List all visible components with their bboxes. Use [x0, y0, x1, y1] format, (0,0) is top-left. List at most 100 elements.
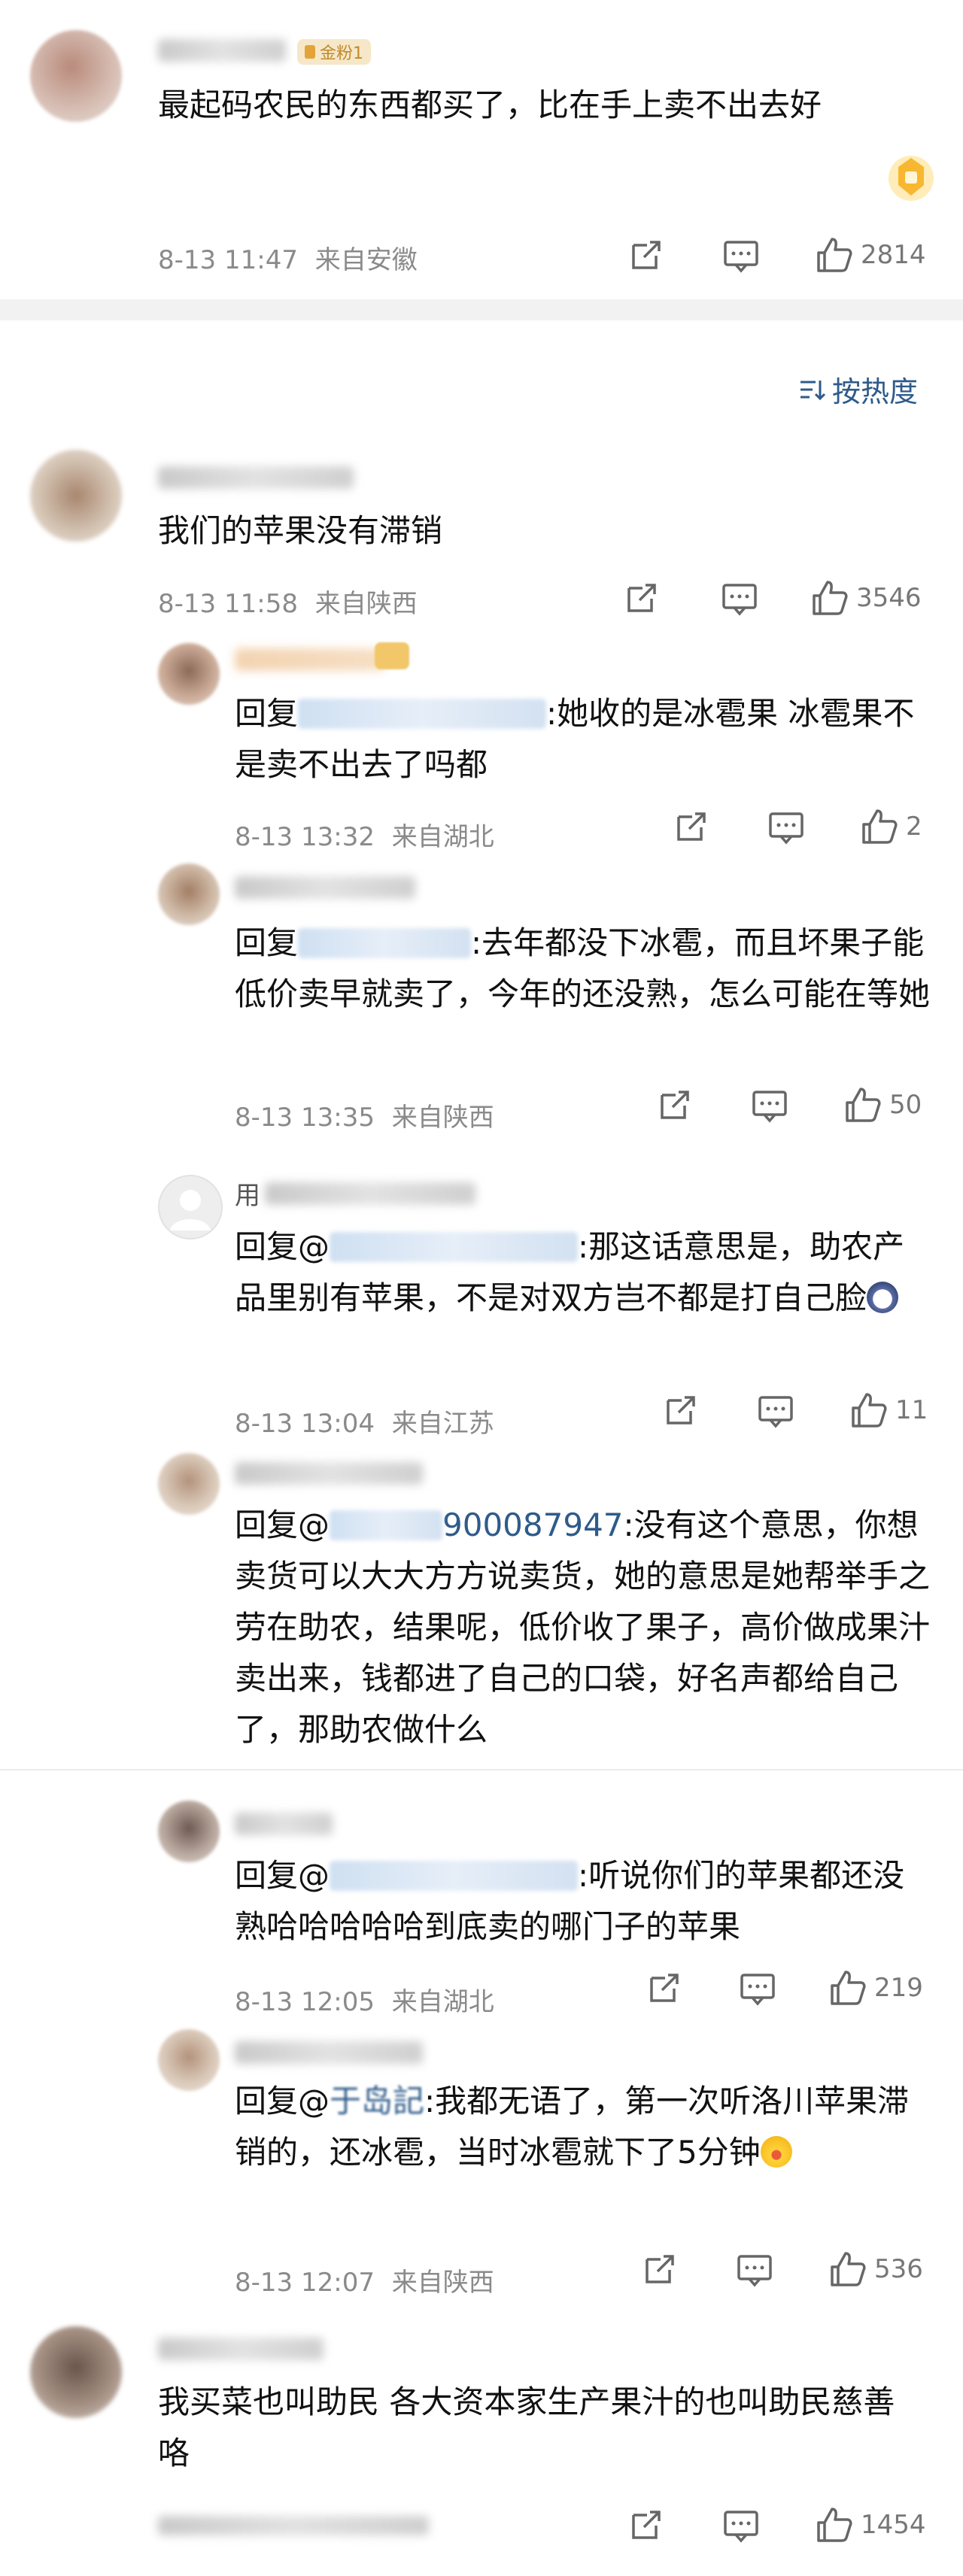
username-blurred[interactable] [235, 2041, 423, 2064]
share-icon [632, 2511, 661, 2539]
comment-meta-blurred [158, 2516, 429, 2535]
default-avatar-icon [170, 1190, 211, 1230]
reply-time: 8-13 13:04 [235, 1409, 375, 1439]
comment-text: 我们的苹果没有滞销 [158, 512, 443, 549]
reply-time: 8-13 12:07 [235, 2268, 375, 2298]
comment-button[interactable] [734, 2249, 775, 2289]
like-button[interactable]: 536 [828, 2249, 923, 2289]
avatar[interactable] [30, 450, 122, 542]
comment-button[interactable] [721, 235, 761, 275]
reply-location: 来自陕西 [391, 2268, 494, 2298]
reply-location: 来自湖北 [391, 1987, 494, 2017]
share-button[interactable] [626, 235, 667, 275]
reply-text: 回复:她收的是冰雹果 冰雹果不是卖不出去了吗都 [235, 688, 934, 790]
reply-prefix: 回复@ [235, 1857, 330, 1894]
like-button[interactable]: 3546 [810, 578, 922, 618]
share-button[interactable] [626, 2505, 667, 2545]
comment-icon [758, 1396, 793, 1428]
comment-meta: 8-13 11:58 来自陕西 [158, 583, 418, 620]
comment-icon [737, 2255, 772, 2287]
sort-icon [800, 380, 826, 400]
sort-by-hot-button[interactable]: 按热度 [797, 369, 918, 410]
laugh-emoji [760, 2136, 792, 2168]
reply-location: 来自陕西 [391, 1103, 494, 1133]
crown-icon [375, 642, 409, 669]
reply-author-partial[interactable]: 用 [235, 1175, 260, 1212]
share-icon [661, 1091, 689, 1119]
mention-blurred[interactable] [298, 699, 547, 729]
share-icon [667, 1396, 695, 1425]
comment-button[interactable] [737, 1968, 778, 2008]
fan-badge: 金粉1 [297, 39, 371, 65]
like-button[interactable]: 50 [843, 1085, 922, 1125]
like-icon [831, 2252, 866, 2286]
like-button[interactable]: 11 [849, 1390, 928, 1431]
like-count: 536 [874, 2254, 923, 2284]
share-button[interactable] [639, 2249, 680, 2289]
share-button[interactable] [671, 806, 712, 847]
comment-button[interactable] [749, 1085, 790, 1125]
comment-text: 最起码农民的东西都买了，比在手上卖不出去好 [158, 86, 822, 123]
comment-text: 我买菜也叫助民 各大资本家生产果汁的也叫助民慈善咯 [158, 2383, 895, 2471]
username-blurred[interactable] [235, 648, 385, 671]
username-blurred[interactable] [235, 1462, 423, 1485]
share-icon [632, 241, 661, 269]
comment-icon [722, 584, 757, 616]
like-button[interactable]: 219 [828, 1968, 923, 2008]
username-blurred[interactable] [158, 2338, 324, 2360]
username-blurred[interactable] [265, 1182, 475, 1205]
share-button[interactable] [621, 578, 662, 618]
username-blurred[interactable] [158, 466, 354, 489]
like-count: 1454 [861, 2510, 926, 2540]
avatar[interactable] [30, 30, 122, 122]
comment-button[interactable] [721, 2505, 761, 2545]
reply-avatar[interactable] [158, 2029, 220, 2091]
reply-avatar[interactable] [158, 1453, 220, 1515]
reply-prefix: 回复 [235, 695, 299, 732]
comment-button[interactable] [719, 578, 760, 618]
comment-button[interactable] [766, 806, 807, 847]
reply-mention-visible[interactable]: 于岛記 [330, 2083, 424, 2119]
comment-icon [740, 1974, 775, 2006]
share-icon [677, 812, 706, 841]
comment-location: 来自安徽 [314, 245, 418, 275]
like-icon [846, 1088, 881, 1122]
comment-location: 来自陕西 [314, 589, 418, 619]
reply-prefix: 回复 [235, 924, 299, 961]
like-button[interactable]: 1454 [814, 2505, 926, 2545]
reply-location: 来自江苏 [391, 1409, 494, 1439]
share-button[interactable] [655, 1085, 695, 1125]
avatar[interactable] [30, 2326, 122, 2418]
username-blurred[interactable] [158, 39, 286, 62]
reply-avatar[interactable] [158, 863, 220, 925]
username-blurred[interactable] [235, 876, 415, 899]
gift-icon[interactable] [885, 152, 937, 205]
reply-avatar[interactable] [158, 1801, 220, 1862]
reply-location: 来自湖北 [391, 822, 494, 852]
comment-icon [724, 2511, 758, 2543]
dog-emoji [867, 1282, 899, 1313]
like-button[interactable]: 2814 [814, 235, 926, 275]
section-divider [0, 299, 963, 320]
share-button[interactable] [644, 1968, 685, 2008]
mention-blurred[interactable] [330, 1861, 579, 1891]
mention-blurred[interactable] [330, 1232, 579, 1262]
reply-avatar[interactable] [158, 643, 220, 705]
like-icon [852, 1393, 887, 1428]
reply-text: 回复@于岛記:我都无语了，第一次听洛川苹果滞销的，还冰雹，当时冰雹就下了5分钟 [235, 2076, 934, 2178]
reply-meta: 8-13 13:35 来自陕西 [235, 1097, 494, 1133]
comment-icon [769, 812, 804, 845]
like-icon [817, 2508, 852, 2542]
reply-prefix: 回复@ [235, 1228, 330, 1265]
username-blurred[interactable] [235, 1813, 333, 1835]
sort-label: 按热度 [832, 375, 919, 408]
reply-avatar[interactable] [158, 1175, 223, 1239]
comment-time: 8-13 11:58 [158, 589, 298, 619]
mention-blurred[interactable] [298, 928, 472, 958]
like-button[interactable]: 2 [859, 806, 922, 847]
share-icon [646, 2255, 674, 2283]
comment-button[interactable] [755, 1390, 796, 1431]
share-button[interactable] [661, 1390, 701, 1431]
mention-blurred[interactable] [330, 1510, 443, 1540]
reply-mention-visible[interactable]: 900087947 [442, 1506, 624, 1543]
